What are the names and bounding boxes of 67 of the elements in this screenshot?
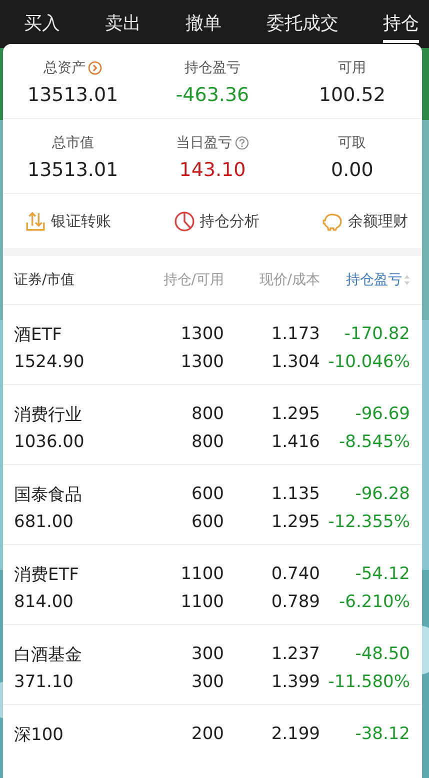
table-cell-text: 200	[190, 724, 224, 744]
column-header[interactable]: 持仓盈亏	[320, 271, 410, 289]
summary-label: 持仓盈亏	[184, 59, 240, 77]
summary-label: 可取	[338, 134, 366, 152]
table-cell: 371.10	[14, 672, 74, 692]
summary-value: 13513.01	[27, 84, 118, 106]
table-cell: -8.545%	[339, 432, 410, 452]
action-button[interactable]: 银证转账	[25, 210, 111, 232]
table-cell: 1036.00	[14, 432, 84, 452]
summary-label: 总资产	[43, 59, 86, 77]
table-cell: 1.399	[271, 672, 320, 692]
help-icon[interactable]	[234, 136, 249, 150]
table-cell: -10.046%	[328, 352, 410, 372]
table-cell-text: 消费ETF	[14, 564, 80, 586]
chevron-icon[interactable]	[88, 61, 102, 75]
summary-value: 0.00	[331, 159, 374, 181]
table-cell-text: 消费行业	[14, 404, 83, 426]
table-cell: 0.789	[271, 592, 320, 612]
table-cell: 1300	[180, 352, 224, 372]
table-cell: 800	[192, 432, 224, 452]
summary-label: 当日盈亏	[176, 134, 232, 152]
summary-label: 可用	[338, 59, 366, 77]
table-cell-text: -48.50	[354, 644, 410, 664]
table-cell: 1100	[180, 592, 224, 612]
table-cell-text: -96.69	[354, 404, 410, 424]
table-cell: -12.355%	[328, 512, 410, 532]
table-cell-text: 800	[190, 404, 224, 424]
table-cell: 1.416	[271, 432, 320, 452]
summary-value: 100.52	[318, 84, 386, 106]
table-cell-text: 2.199	[270, 724, 320, 744]
table-cell: 1524.90	[14, 352, 84, 372]
summary-value: -463.36	[176, 84, 250, 106]
table-cell-text: 300	[190, 644, 224, 664]
table-cell-text: 深100	[14, 724, 64, 746]
table-cell: 600	[192, 512, 224, 532]
table-cell: -11.580%	[328, 672, 410, 692]
action-button[interactable]: 余额理财	[322, 210, 408, 232]
summary-label: 总市值	[52, 134, 94, 152]
tab[interactable]: 撤单	[186, 5, 222, 43]
table-cell-text: 600	[190, 484, 224, 504]
tab[interactable]: 卖出	[104, 5, 141, 43]
tab[interactable]: 买入	[24, 5, 60, 43]
table-cell: 300	[192, 672, 224, 692]
table-cell-text: 国泰食品	[14, 484, 83, 506]
table-cell-text: 1.135	[270, 484, 320, 504]
action-button[interactable]: 持仓分析	[174, 210, 260, 232]
tab[interactable]: 委托成交	[266, 5, 338, 43]
table-cell: 1.304	[271, 352, 320, 372]
table-cell-text: 1.295	[270, 404, 320, 424]
table-cell-text: 1.173	[270, 324, 320, 344]
table-cell-text: 酒ETF	[14, 324, 63, 346]
column-header[interactable]: 证券/市值	[14, 271, 134, 289]
table-cell-text: -38.12	[354, 724, 410, 744]
table-cell-text: 1.237	[270, 644, 320, 664]
table-cell: 814.00	[14, 592, 74, 612]
table-cell: 1.295	[271, 512, 320, 532]
table-cell: 681.00	[14, 512, 74, 532]
table-cell-text: 0.740	[270, 564, 320, 584]
table-cell-text: -96.28	[354, 484, 410, 504]
table-cell-text: 白酒基金	[14, 644, 83, 666]
table-cell-text: -170.82	[343, 324, 410, 344]
table-cell-text: -54.12	[354, 564, 410, 584]
summary-value: 143.10	[179, 159, 246, 181]
table-cell: -6.210%	[339, 592, 410, 612]
summary-value: 13513.01	[27, 159, 118, 181]
table-cell-text: 1100	[180, 564, 224, 584]
table-cell-text: 1300	[180, 324, 224, 344]
